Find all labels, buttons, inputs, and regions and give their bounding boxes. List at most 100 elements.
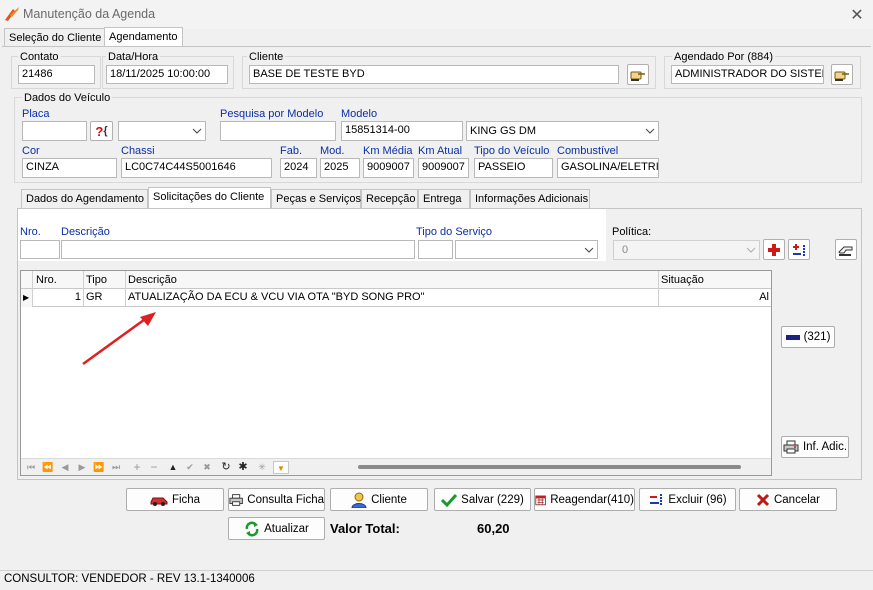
filter-icon[interactable]: ▼ [273,461,289,474]
cell-descricao[interactable]: ATUALIZAÇÃO DA ECU & VCU VIA OTA "BYD SO… [126,289,659,307]
cliente-button-label: Cliente [371,493,407,506]
politica-combo[interactable]: 0 [613,240,760,260]
checkmark-icon [441,493,458,507]
ficha-button[interactable]: Ficha [126,488,224,511]
km-atual-label: Km Atual [418,145,463,157]
modelo-label: Modelo [341,108,378,120]
mod-label: Mod. [320,145,345,157]
cell-nro[interactable]: 1 [33,289,84,307]
horizontal-scrollbar[interactable] [358,465,741,469]
pesquisa-modelo-field[interactable] [220,121,336,141]
excluir-button[interactable]: Excluir (96) [639,488,736,511]
mod-field[interactable]: 2025 [320,158,360,178]
reagendar-label: Reagendar(410) [550,493,634,506]
chevron-down-icon [580,241,597,258]
search-cliente-button[interactable] [627,64,649,85]
next-page-icon[interactable]: ⏩ [91,461,107,474]
chassi-field[interactable]: LC0C74C44S5001646 [121,158,272,178]
datahora-field[interactable]: 18/11/2025 10:00:00 [106,65,228,84]
search-agendado-button[interactable] [831,64,853,85]
refresh-icon[interactable]: ↻ [218,461,234,474]
col-tipo-header[interactable]: Tipo [84,271,126,289]
km-atual-field[interactable]: 9009007 [418,158,469,178]
contato-field[interactable]: 21486 [18,65,95,84]
modelo-code-field[interactable]: 15851314-00 [341,121,463,141]
prev-record-icon[interactable]: ◀ [57,461,73,474]
ficha-label: Ficha [171,493,201,506]
question-icon: ? [95,123,104,139]
cancel-edit-icon[interactable]: ✖ [199,461,215,474]
asterisk-icon[interactable]: ✱ [235,461,251,474]
placa-help-button[interactable]: ?{ [90,121,113,141]
table-row[interactable]: ▶ 1 GR ATUALIZAÇÃO DA ECU & VCU VIA OTA … [21,289,771,307]
delete-list-icon [650,493,663,506]
salvar-label: Salvar (229) [461,493,524,506]
politica-label: Política: [612,226,652,238]
chevron-down-icon [188,122,205,140]
col-nro-header[interactable]: Nro. [33,271,84,289]
hand-icon [838,246,853,256]
tab-dados-agendamento[interactable]: Dados do Agendamento [21,189,148,208]
modelo-combo[interactable]: KING GS DM [466,121,659,141]
title-bar: Manutenção da Agenda ✕ [0,0,873,29]
inf-adic-button[interactable]: Inf. Adic. [781,436,849,458]
combustivel-label: Combustível [557,145,619,157]
add-button[interactable] [763,239,785,260]
cell-tipo[interactable]: GR [84,289,126,307]
descricao-field[interactable] [61,240,415,259]
status-bar: CONSULTOR: VENDEDOR - REV 13.1-1340006 [0,570,873,590]
combustivel-field[interactable]: GASOLINA/ELETRIC [557,158,659,178]
tipo-servico-code[interactable] [418,240,453,259]
insert-item-button[interactable] [788,239,810,260]
hand-action-button[interactable] [835,239,857,260]
last-record-icon[interactable]: ⏭ [108,461,124,474]
cliente-field[interactable]: BASE DE TESTE BYD [249,65,619,84]
placa-combo[interactable] [118,121,206,141]
first-record-icon[interactable]: ⏮ [23,461,39,474]
fab-field[interactable]: 2024 [280,158,317,178]
atualizar-button[interactable]: Atualizar [228,517,325,540]
tab-agendamento[interactable]: Agendamento [104,27,183,47]
col-descricao-header[interactable]: Descrição [126,271,659,289]
cancelar-button[interactable]: Cancelar [739,488,837,511]
solicitacoes-grid[interactable]: Nro. Tipo Descrição Situação ▶ 1 GR ATUA… [20,270,772,476]
next-record-icon[interactable]: ▶ [74,461,90,474]
placa-label: Placa [22,108,50,120]
salvar-button[interactable]: Salvar (229) [434,488,531,511]
grid-navigator: ⏮ ⏪ ◀ ▶ ⏩ ⏭ + − ▲ ✔ ✖ ↻ ✱ ✳ ▼ [21,458,771,475]
close-icon [756,493,770,506]
pesquisa-modelo-label: Pesquisa por Modelo [220,108,324,120]
tab-entrega[interactable]: Entrega [418,189,470,208]
cliente-label: Cliente [247,51,286,63]
printer-icon [229,493,243,506]
cliente-button[interactable]: Cliente [330,488,428,511]
post-icon[interactable]: ✔ [182,461,198,474]
cell-situacao[interactable]: Al [659,289,771,307]
close-icon[interactable]: ✕ [848,5,866,25]
count-button[interactable]: (321) [781,326,835,348]
delete-record-icon[interactable]: − [146,461,162,474]
nro-field[interactable] [20,240,60,259]
cor-field[interactable]: CINZA [22,158,117,178]
tipo-servico-combo[interactable] [455,240,598,259]
tab-recepcao[interactable]: Recepção [361,189,418,208]
tipo-veiculo-field[interactable]: PASSEIO [474,158,553,178]
tab-informacoes-adicionais[interactable]: Informações Adicionais [470,189,590,208]
placa-field[interactable] [22,121,87,141]
agendado-field[interactable]: ADMINISTRADOR DO SISTEMA [671,65,824,84]
consulta-ficha-button[interactable]: Consulta Ficha [228,488,325,511]
cor-label: Cor [22,145,40,157]
prev-page-icon[interactable]: ⏪ [40,461,56,474]
minus-icon [785,334,800,340]
reagendar-button[interactable]: Reagendar(410) [534,488,635,511]
app-logo-icon [5,7,19,21]
km-media-field[interactable]: 9009007 [363,158,414,178]
tab-pecas-servicos[interactable]: Peças e Serviços [271,189,361,208]
tab-selecao-cliente[interactable]: Seleção do Cliente [4,28,107,47]
bookmark-icon[interactable]: ✳ [254,461,270,474]
insert-record-icon[interactable]: + [129,461,145,474]
agendado-label: Agendado Por (884) [672,51,776,63]
edit-up-icon[interactable]: ▲ [165,461,181,474]
col-situacao-header[interactable]: Situação [659,271,771,289]
tab-solicitacoes-cliente[interactable]: Solicitações do Cliente [148,187,271,209]
